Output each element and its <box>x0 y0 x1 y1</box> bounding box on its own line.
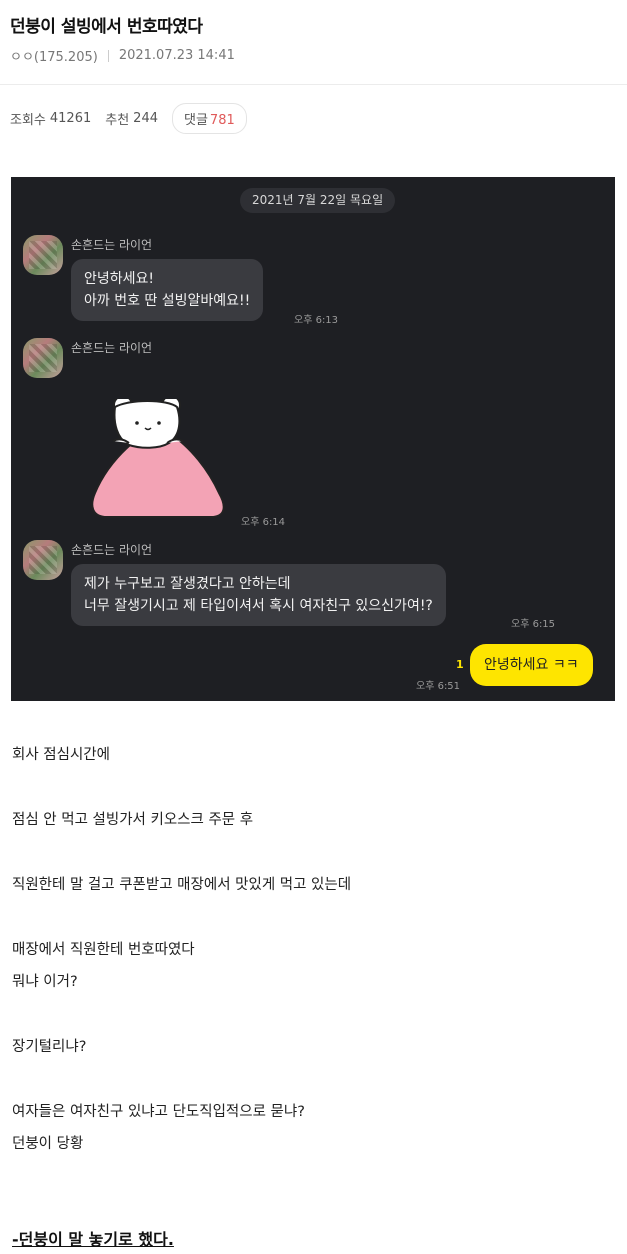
author-name[interactable]: ㅇㅇ(175.205) <box>10 46 98 65</box>
header-divider <box>0 84 627 85</box>
body-line: 던붕이 당황 <box>12 1136 84 1152</box>
post-stats: 조회수 41261 추천 244 댓글 781 <box>10 103 247 134</box>
body-line: 뭐냐 이거? <box>12 974 78 990</box>
chat-screenshot: 2021년 7월 22일 목요일 손흔드는 라이언 안녕하세요! 아까 번호 딴… <box>11 177 615 701</box>
comments-button[interactable]: 댓글 781 <box>172 103 247 134</box>
views-label: 조회수 <box>10 113 46 128</box>
unread-count: 1 <box>456 658 464 671</box>
message-time: 오후 6:15 <box>511 619 556 630</box>
message-bubble: 안녕하세요! 아까 번호 딴 설빙알바예요!! <box>71 259 264 321</box>
reply-time: 오후 6:51 <box>416 681 461 692</box>
comments-count: 781 <box>209 113 235 128</box>
body-line: 매장에서 직원한테 번호따였다 <box>12 942 195 958</box>
ghost-bear-sticker-icon <box>91 399 225 518</box>
post-datetime: 2021.07.23 14:41 <box>118 48 235 63</box>
sender-name: 손흔드는 라이언 <box>71 341 153 355</box>
sender-name: 손흔드는 라이언 <box>71 238 153 252</box>
my-message-bubble: 안녕하세요 ㅋㅋ <box>470 644 593 686</box>
chat-date: 2021년 7월 22일 목요일 <box>240 188 396 213</box>
body-line: 회사 점심시간에 <box>12 747 110 763</box>
meta-divider <box>107 49 109 62</box>
body-line: 장기털리냐? <box>12 1039 87 1055</box>
final-line: -던붕이 말 놓기로 했다. <box>12 1230 174 1249</box>
comments-label: 댓글 <box>184 113 208 128</box>
message-time: 오후 6:13 <box>294 315 339 326</box>
message-time: 오후 6:14 <box>241 517 286 528</box>
body-line: 여자들은 여자친구 있냐고 단도직입적으로 묻냐? <box>12 1104 305 1120</box>
recommend-label: 추천 <box>105 113 130 128</box>
sender-avatar <box>23 235 63 275</box>
sender-avatar <box>23 540 63 580</box>
post-meta: ㅇㅇ(175.205) 2021.07.23 14:41 <box>10 46 235 65</box>
body-line: 점심 안 먹고 설빙가서 키오스크 주문 후 <box>12 812 254 828</box>
post-title: 던붕이 설빙에서 번호따였다 <box>10 17 203 37</box>
message-bubble: 제가 누구보고 잘생겼다고 안하는데 너무 잘생기시고 제 타입이셔서 혹시 여… <box>71 564 446 626</box>
sender-avatar <box>23 338 63 378</box>
sender-name: 손흔드는 라이언 <box>71 543 153 557</box>
recommend-count: 244 <box>133 111 158 126</box>
body-line: 직원한테 말 걸고 쿠폰받고 매장에서 맛있게 먹고 있는데 <box>12 877 352 893</box>
views-count: 41261 <box>49 111 92 126</box>
